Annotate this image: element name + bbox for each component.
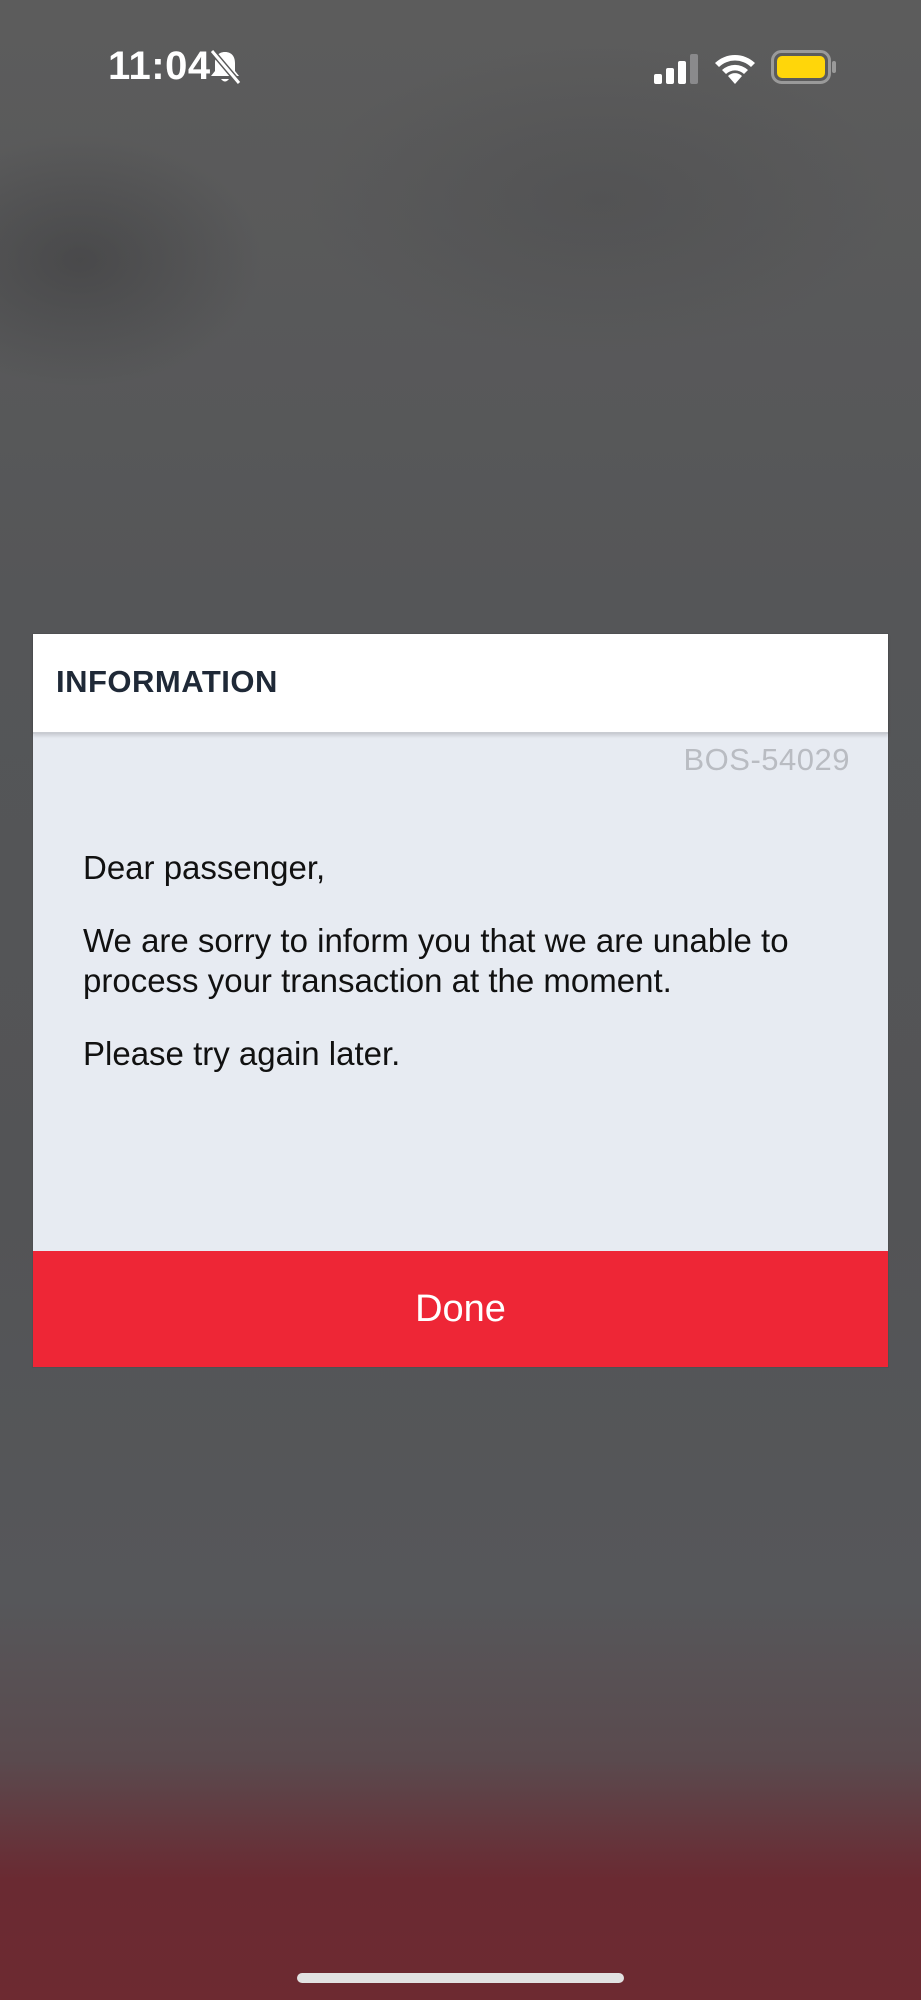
status-time: 11:04 (108, 44, 211, 88)
dialog-title: INFORMATION (56, 664, 278, 699)
status-bar: 11:04 (0, 0, 921, 134)
done-button[interactable]: Done (33, 1251, 888, 1367)
dialog-message: Dear passenger, We are sorry to inform y… (83, 848, 863, 1107)
greeting-text: Dear passenger, (83, 849, 326, 886)
body-text: We are sorry to inform you that we are u… (83, 922, 789, 999)
bell-slash-icon (208, 48, 242, 86)
wifi-icon (713, 50, 757, 84)
retry-note-text: Please try again later. (83, 1035, 401, 1072)
information-dialog: INFORMATION BOS-54029 Dear passenger, We… (33, 634, 888, 1367)
cellular-signal-icon (652, 54, 700, 84)
error-code: BOS-54029 (683, 742, 850, 777)
dialog-header: INFORMATION (33, 634, 888, 734)
battery-icon (771, 50, 837, 84)
home-indicator[interactable] (297, 1973, 624, 1983)
